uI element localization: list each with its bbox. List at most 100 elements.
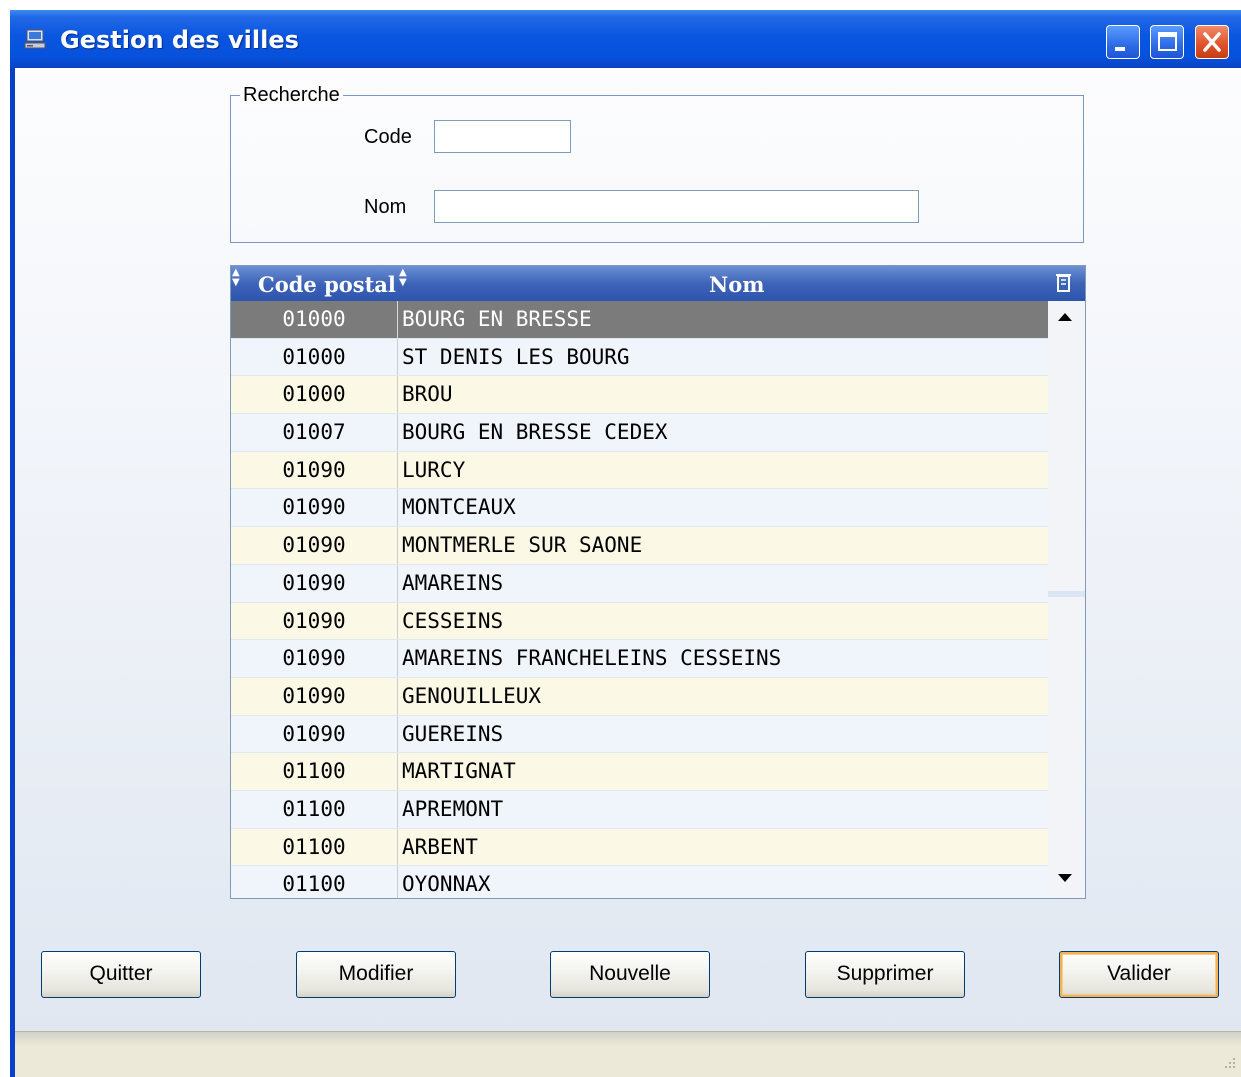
scroll-thumb[interactable] <box>1048 591 1085 597</box>
minimize-button[interactable] <box>1106 25 1140 59</box>
cell-nom: BOURG EN BRESSE CEDEX <box>402 420 668 445</box>
cell-code-postal: 01007 <box>282 420 346 445</box>
cell-code-postal: 01090 <box>282 721 346 746</box>
sort-arrows-icon[interactable]: ▲ ▼ <box>399 268 407 288</box>
cell-nom: ST DENIS LES BOURG <box>402 344 630 369</box>
search-group-label: Recherche <box>240 84 343 107</box>
arrow-up-icon[interactable] <box>1058 313 1072 321</box>
modifier-button[interactable]: Modifier <box>296 951 456 998</box>
cell-code-postal: 01090 <box>282 533 346 558</box>
table-row[interactable]: 01090 CESSEINS <box>231 602 1048 641</box>
cell-nom: CESSEINS <box>402 608 504 633</box>
table-row[interactable]: 01090 LURCY <box>231 451 1048 490</box>
table-row[interactable]: 01090 AMAREINS <box>231 564 1048 603</box>
table-row[interactable]: 01000 BOURG EN BRESSE <box>231 301 1048 339</box>
nom-input[interactable] <box>434 190 919 223</box>
table-row[interactable]: 01000 ST DENIS LES BOURG <box>231 338 1048 377</box>
column-chooser-icon[interactable] <box>1053 271 1075 295</box>
cell-nom: MONTMERLE SUR SAONE <box>402 533 643 558</box>
cell-code-postal: 01100 <box>282 834 346 859</box>
cell-code-postal: 01090 <box>282 457 346 482</box>
column-header-nom[interactable]: Nom <box>709 266 764 301</box>
table-row[interactable]: 01090 GENOUILLEUX <box>231 677 1048 716</box>
column-separator <box>397 640 398 677</box>
cell-nom: OYONNAX <box>402 872 491 897</box>
quitter-button[interactable]: Quitter <box>41 951 201 998</box>
table-row[interactable]: 01100 ARBENT <box>231 828 1048 867</box>
table-row[interactable]: 01000 BROU <box>231 376 1048 415</box>
cell-nom: AMAREINS FRANCHELEINS CESSEINS <box>402 646 782 671</box>
nom-label: Nom <box>364 196 407 218</box>
column-separator <box>397 414 398 451</box>
cell-code-postal: 01090 <box>282 646 346 671</box>
table-row[interactable]: 01090 MONTCEAUX <box>231 489 1048 528</box>
resize-grip-icon[interactable] <box>1217 1054 1237 1074</box>
valider-button[interactable]: Valider <box>1059 951 1219 998</box>
table-header: ▲ ▼ Code postal ▲ ▼ Nom <box>231 266 1085 301</box>
cell-code-postal: 01000 <box>282 382 346 407</box>
code-input[interactable] <box>434 120 571 153</box>
maximize-button[interactable] <box>1150 25 1184 59</box>
status-bar <box>15 1031 1241 1077</box>
table-row[interactable]: 01090 GUEREINS <box>231 715 1048 754</box>
table-row[interactable]: 01100 OYONNAX <box>231 866 1048 898</box>
cities-table[interactable]: ▲ ▼ Code postal ▲ ▼ Nom 01000 BOURG EN BRES… <box>230 265 1086 899</box>
cell-nom: GUEREINS <box>402 721 504 746</box>
column-separator <box>397 301 398 338</box>
table-row[interactable]: 01007 BOURG EN BRESSE CEDEX <box>231 414 1048 452</box>
cell-code-postal: 01100 <box>282 796 346 821</box>
column-separator <box>397 527 398 564</box>
title-bar[interactable]: Gestion des villes <box>10 10 1241 68</box>
cell-code-postal: 01090 <box>282 495 346 520</box>
arrow-down-icon[interactable] <box>1058 874 1072 882</box>
column-separator <box>397 489 398 527</box>
search-groupbox: Recherche Code Nom <box>230 84 1084 243</box>
table-row[interactable]: 01100 MARTIGNAT <box>231 753 1048 791</box>
cell-code-postal: 01100 <box>282 759 346 784</box>
cell-code-postal: 01000 <box>282 344 346 369</box>
column-separator <box>397 828 398 866</box>
cell-nom: GENOUILLEUX <box>402 683 542 708</box>
computer-icon <box>24 29 46 49</box>
column-header-code[interactable]: Code postal <box>258 266 396 301</box>
supprimer-button[interactable]: Supprimer <box>805 951 965 998</box>
cell-nom: AMAREINS <box>402 570 504 595</box>
window-content: Recherche Code Nom ▲ ▼ Code postal ▲ ▼ Nom… <box>15 68 1241 1077</box>
cell-nom: MONTCEAUX <box>402 495 516 520</box>
main-window: Gestion des villes Recherche Code Nom ▲ … <box>10 10 1241 1077</box>
sort-arrows-icon[interactable]: ▲ ▼ <box>232 268 240 288</box>
code-label: Code <box>364 126 412 148</box>
cell-code-postal: 01000 <box>282 307 346 331</box>
cell-code-postal: 01100 <box>282 872 346 897</box>
vertical-scrollbar[interactable] <box>1048 301 1085 898</box>
cell-nom: BOURG EN BRESSE <box>402 307 592 331</box>
column-separator <box>397 376 398 414</box>
window-title: Gestion des villes <box>60 26 299 54</box>
minimize-icon <box>1115 47 1125 51</box>
column-separator <box>397 790 398 828</box>
table-row[interactable]: 01100 APREMONT <box>231 790 1048 829</box>
close-button[interactable] <box>1195 25 1229 59</box>
cell-nom: BROU <box>402 382 453 407</box>
table-body: 01000 BOURG EN BRESSE 01000 ST DENIS LES BO… <box>231 301 1048 898</box>
nouvelle-button[interactable]: Nouvelle <box>550 951 710 998</box>
cell-nom: LURCY <box>402 457 466 482</box>
column-separator <box>397 564 398 602</box>
cell-code-postal: 01090 <box>282 570 346 595</box>
column-separator <box>397 677 398 715</box>
maximize-icon <box>1158 32 1177 51</box>
table-row[interactable]: 01090 AMAREINS FRANCHELEINS CESSEINS <box>231 640 1048 678</box>
column-separator <box>397 753 398 790</box>
cell-code-postal: 01090 <box>282 608 346 633</box>
column-separator <box>397 338 398 376</box>
table-row[interactable]: 01090 MONTMERLE SUR SAONE <box>231 527 1048 565</box>
column-separator <box>397 451 398 489</box>
cell-nom: ARBENT <box>402 834 478 859</box>
cell-code-postal: 01090 <box>282 683 346 708</box>
column-separator <box>397 602 398 640</box>
close-icon <box>1203 32 1221 52</box>
cell-nom: APREMONT <box>402 796 504 821</box>
cell-nom: MARTIGNAT <box>402 759 516 784</box>
column-separator <box>397 715 398 753</box>
column-separator <box>397 866 398 898</box>
